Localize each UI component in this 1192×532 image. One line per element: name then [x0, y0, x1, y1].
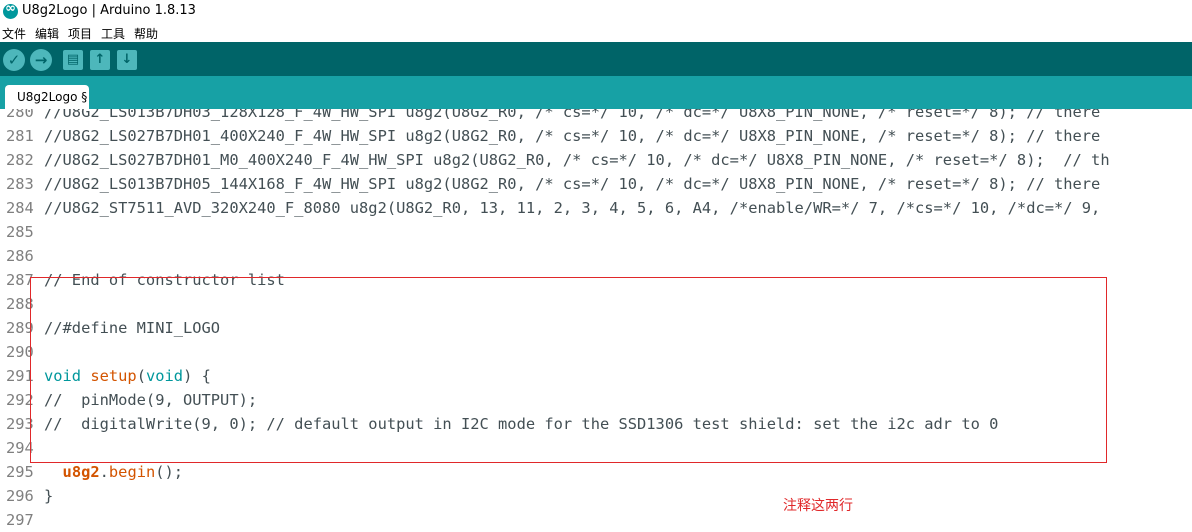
- code-token: //#define MINI_LOGO: [44, 319, 221, 337]
- code-line[interactable]: 289 //#define MINI_LOGO: [0, 316, 1192, 340]
- code-token: void: [44, 367, 82, 385]
- tab-u8g2logo[interactable]: U8g2Logo §: [5, 85, 89, 109]
- code-text: //U8G2_LS027B7DH01_400X240_F_4W_HW_SPI u…: [44, 124, 1100, 148]
- code-token: u8g2: [62, 463, 100, 481]
- code-line[interactable]: 291 void setup(void) {: [0, 364, 1192, 388]
- line-number: 294: [6, 439, 34, 457]
- new-file-icon: ▤: [66, 52, 80, 67]
- code-line[interactable]: 283 //U8G2_LS013B7DH05_144X168_F_4W_HW_SP…: [0, 172, 1192, 196]
- menu-sketch[interactable]: 项目: [68, 25, 92, 42]
- code-line[interactable]: 285: [0, 220, 1192, 244]
- code-line[interactable]: 287 // End of constructor list: [0, 268, 1192, 292]
- code-line[interactable]: 286: [0, 244, 1192, 268]
- open-arrow-up-icon: ↑: [94, 52, 106, 67]
- code-text: //U8G2_LS013B7DH05_144X168_F_4W_HW_SPI u…: [44, 172, 1100, 196]
- tab-label: U8g2Logo §: [17, 90, 88, 104]
- code-text: void setup(void) {: [44, 364, 211, 388]
- save-button[interactable]: ↓: [117, 50, 137, 70]
- line-number: 280: [6, 109, 34, 121]
- code-line[interactable]: 292 // pinMode(9, OUTPUT);: [0, 388, 1192, 412]
- code-token: ) {: [183, 367, 211, 385]
- code-token: ();: [155, 463, 184, 481]
- code-token: (: [136, 367, 146, 385]
- code-token: // pinMode(9, OUTPUT);: [44, 391, 258, 409]
- line-number: 293: [6, 415, 34, 433]
- menu-edit[interactable]: 编辑: [35, 25, 59, 42]
- line-number: 295: [6, 463, 34, 481]
- code-text: //#define MINI_LOGO: [44, 316, 220, 340]
- code-editor[interactable]: 280 //U8G2_LS013B7DH03_128X128_F_4W_HW_SP…: [0, 109, 1192, 532]
- code-line[interactable]: 282 //U8G2_LS027B7DH01_M0_400X240_F_4W_HW…: [0, 148, 1192, 172]
- line-number: 283: [6, 175, 34, 193]
- line-number: 297: [6, 511, 34, 529]
- line-number: 282: [6, 151, 34, 169]
- line-number: 296: [6, 487, 34, 505]
- code-line[interactable]: 284 //U8G2_ST7511_AVD_320X240_F_8080 u8g2…: [0, 196, 1192, 220]
- line-number: 291: [6, 367, 34, 385]
- code-token: //U8G2_LS013B7DH05_144X168_F_4W_HW_SPI u…: [44, 175, 1101, 193]
- window-title: U8g2Logo | Arduino 1.8.13: [22, 3, 196, 18]
- code-line[interactable]: 288: [0, 292, 1192, 316]
- open-button[interactable]: ↑: [90, 50, 110, 70]
- code-text: }: [44, 484, 53, 508]
- upload-button[interactable]: →: [30, 49, 52, 71]
- code-line[interactable]: 290: [0, 340, 1192, 364]
- code-line[interactable]: 295 u8g2.begin();: [0, 460, 1192, 484]
- code-token: }: [44, 487, 54, 505]
- new-button[interactable]: ▤: [63, 50, 83, 70]
- save-arrow-down-icon: ↓: [121, 52, 133, 67]
- line-number: 290: [6, 343, 34, 361]
- line-number: 288: [6, 295, 34, 313]
- code-token: // End of constructor list: [44, 271, 285, 289]
- code-text: //U8G2_LS013B7DH03_128X128_F_4W_HW_SPI u…: [44, 109, 1100, 124]
- code-token: //U8G2_ST7511_AVD_320X240_F_8080 u8g2(U8…: [44, 199, 1101, 217]
- code-token: //U8G2_LS027B7DH01_400X240_F_4W_HW_SPI u…: [44, 127, 1101, 145]
- code-line[interactable]: 293 // digitalWrite(9, 0); // default out…: [0, 412, 1192, 436]
- arduino-logo-icon: [3, 1, 18, 19]
- arrow-right-icon: →: [34, 51, 48, 69]
- code-token: .: [99, 463, 109, 481]
- title-bar: U8g2Logo | Arduino 1.8.13: [0, 0, 1192, 23]
- code-text: u8g2.begin();: [44, 460, 184, 484]
- line-number: 289: [6, 319, 34, 337]
- verify-button[interactable]: ✓: [3, 49, 25, 71]
- code-text: // pinMode(9, OUTPUT);: [44, 388, 257, 412]
- code-text: //U8G2_LS027B7DH01_M0_400X240_F_4W_HW_SP…: [44, 148, 1110, 172]
- code-token: begin: [108, 463, 156, 481]
- code-text: // End of constructor list: [44, 268, 285, 292]
- line-number: 285: [6, 223, 34, 241]
- code-token: void: [145, 367, 184, 385]
- code-token: //U8G2_LS013B7DH03_128X128_F_4W_HW_SPI u…: [44, 109, 1101, 121]
- code-token: setup: [90, 367, 137, 385]
- line-number: 292: [6, 391, 34, 409]
- code-line[interactable]: 297: [0, 508, 1192, 532]
- menu-file[interactable]: 文件: [2, 25, 26, 42]
- line-number: 284: [6, 199, 34, 217]
- code-line[interactable]: 281 //U8G2_LS027B7DH01_400X240_F_4W_HW_SP…: [0, 124, 1192, 148]
- tab-bar: U8g2Logo §: [0, 76, 1192, 109]
- menu-tools[interactable]: 工具: [101, 25, 125, 42]
- code-token: //U8G2_LS027B7DH01_M0_400X240_F_4W_HW_SP…: [44, 151, 1110, 169]
- toolbar: ✓ → ▤ ↑ ↓: [0, 42, 1192, 76]
- line-number: 286: [6, 247, 34, 265]
- menu-bar: 文件 编辑 项目 工具 帮助: [0, 23, 1192, 42]
- annotation-note: 注释这两行: [783, 498, 853, 514]
- code-line[interactable]: 280 //U8G2_LS013B7DH03_128X128_F_4W_HW_SP…: [0, 109, 1192, 124]
- code-line[interactable]: 294: [0, 436, 1192, 460]
- code-line[interactable]: 296}: [0, 484, 1192, 508]
- code-text: // digitalWrite(9, 0); // default output…: [44, 412, 998, 436]
- checkmark-icon: ✓: [7, 51, 21, 69]
- line-number: 287: [6, 271, 34, 289]
- line-number: 281: [6, 127, 34, 145]
- code-text: //U8G2_ST7511_AVD_320X240_F_8080 u8g2(U8…: [44, 196, 1100, 220]
- menu-help[interactable]: 帮助: [134, 25, 158, 42]
- code-token: // digitalWrite(9, 0); // default output…: [44, 415, 999, 433]
